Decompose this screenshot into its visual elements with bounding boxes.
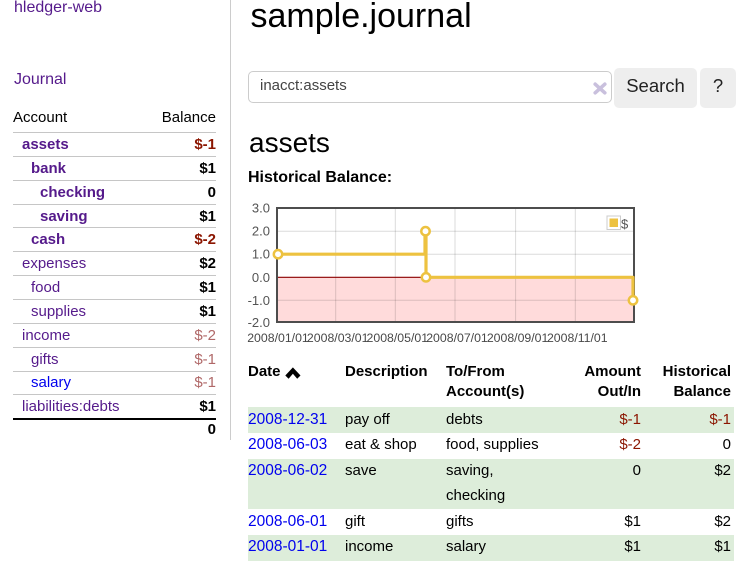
svg-text:-2.0: -2.0 — [248, 315, 270, 330]
svg-text:3.0: 3.0 — [252, 201, 270, 216]
svg-text:2008/01/01: 2008/01/01 — [247, 331, 309, 345]
svg-text:-1.0: -1.0 — [248, 293, 270, 308]
svg-text:2008/05/01: 2008/05/01 — [367, 331, 429, 345]
svg-text:2008/09/01: 2008/09/01 — [487, 331, 549, 345]
svg-text:0.0: 0.0 — [252, 270, 270, 285]
svg-text:2008/11/01: 2008/11/01 — [547, 331, 608, 345]
svg-text:1.0: 1.0 — [252, 247, 270, 262]
svg-text:$: $ — [621, 217, 629, 232]
svg-text:2008/07/01: 2008/07/01 — [426, 331, 488, 345]
svg-text:2.0: 2.0 — [252, 224, 270, 239]
svg-text:2008/03/01: 2008/03/01 — [307, 331, 369, 345]
